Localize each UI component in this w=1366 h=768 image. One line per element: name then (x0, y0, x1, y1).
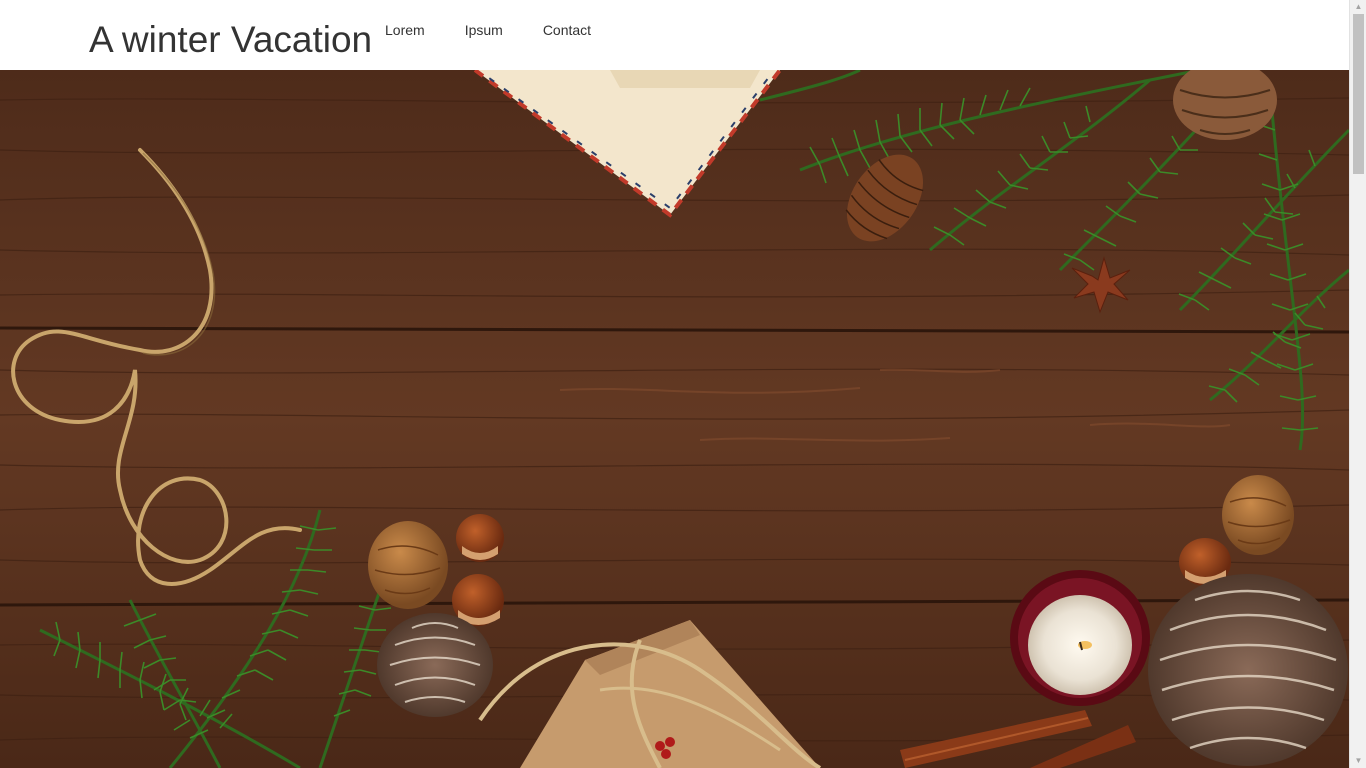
vertical-scrollbar[interactable]: ▲ ▼ (1349, 0, 1366, 768)
pine-cone-bottom-left (377, 613, 493, 717)
scroll-up-arrow-icon[interactable]: ▲ (1350, 0, 1366, 14)
hero-image (0, 70, 1349, 768)
tea-light-candle (1010, 570, 1150, 706)
page: A winter Vacation Lorem Ipsum Contact ▲ … (0, 0, 1366, 768)
main-nav: Lorem Ipsum Contact (385, 21, 631, 39)
scrollbar-thumb[interactable] (1353, 14, 1364, 174)
walnut-right (1222, 475, 1294, 555)
nav-link-lorem[interactable]: Lorem (385, 21, 425, 39)
hero-illustration (0, 70, 1349, 768)
pine-cone-bottom-right (1148, 574, 1348, 766)
nav-item-contact: Contact (543, 21, 631, 39)
nav-item-lorem: Lorem (385, 21, 465, 39)
scroll-down-arrow-icon[interactable]: ▼ (1350, 754, 1366, 768)
nav-link-ipsum[interactable]: Ipsum (465, 21, 503, 39)
nav-item-ipsum: Ipsum (465, 21, 543, 39)
site-header: A winter Vacation Lorem Ipsum Contact (0, 0, 1349, 70)
nav-link-contact[interactable]: Contact (543, 21, 591, 39)
hazelnut-1 (456, 514, 504, 562)
walnut-left (368, 521, 448, 609)
site-title[interactable]: A winter Vacation (89, 18, 372, 62)
